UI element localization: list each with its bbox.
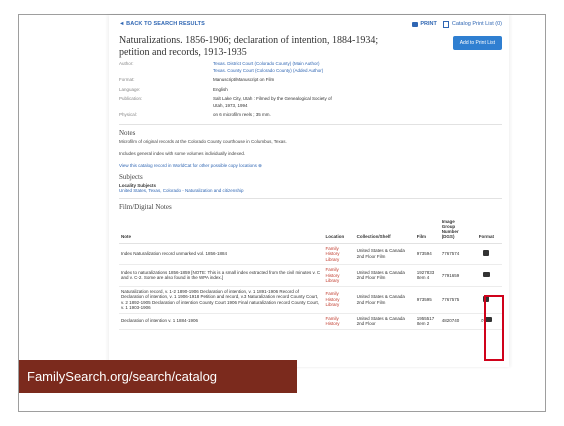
location-cell[interactable]: Family History bbox=[323, 313, 355, 330]
image-group-cell: 7767575 bbox=[439, 286, 471, 314]
table-row: Index to naturalizations 1856-1859 [NOTE… bbox=[119, 264, 502, 287]
detail-value: Manuscript/Manuscript on Film bbox=[213, 77, 275, 82]
worldcat-link-label: View this catalog record in WorldCat for… bbox=[119, 162, 257, 168]
film-cell: 973594 bbox=[414, 243, 440, 265]
image-group-cell: 4820740 bbox=[439, 313, 471, 330]
detail-label: Format: bbox=[119, 77, 135, 82]
slide-frame: ◄ BACK TO SEARCH RESULTS PRINT Catalog P… bbox=[18, 14, 546, 412]
column-header-film: Film bbox=[414, 216, 440, 244]
column-header-format: Format bbox=[470, 216, 502, 244]
shelf-cell: United States & Canada 2nd Floor Film bbox=[354, 286, 415, 314]
divider bbox=[119, 197, 502, 199]
title-row: Naturalizations. 1856-1906; declaration … bbox=[119, 35, 502, 58]
image-group-cell: 7791659 bbox=[439, 264, 471, 287]
catalog-print-list-label: Catalog Print List (0) bbox=[451, 21, 502, 27]
table-row: Index Naturalization record unmarked vol… bbox=[119, 243, 502, 265]
print-label: PRINT bbox=[420, 21, 437, 27]
location-cell[interactable]: Family History Library bbox=[323, 243, 355, 265]
column-header-location: Location bbox=[323, 216, 355, 244]
detail-row-physical: Physical: on 6 microfilm reels ; 35 mm. bbox=[119, 112, 502, 119]
format-cell bbox=[470, 286, 502, 314]
table-row: Naturalization record, v. 1-2 1890-1906 … bbox=[119, 286, 502, 314]
divider bbox=[119, 123, 502, 125]
film-notes-table: Note Location Collection/Shelf Film Imag… bbox=[119, 216, 502, 330]
film-cell: 973595 bbox=[414, 286, 440, 314]
shelf-cell: United States & Canada 2nd Floor Film bbox=[354, 264, 415, 287]
film-cell: 1955517 Item 2 bbox=[414, 313, 440, 330]
column-header-note: Note bbox=[119, 216, 324, 244]
detail-row-language: Language: English bbox=[119, 87, 502, 94]
record-title: Naturalizations. 1856-1906; declaration … bbox=[119, 35, 379, 58]
notes-heading: Notes bbox=[119, 128, 136, 137]
detail-label: Physical: bbox=[119, 112, 138, 117]
worldcat-link[interactable]: View this catalog record in WorldCat for… bbox=[119, 163, 502, 169]
add-to-print-list-button[interactable]: Add to Print List bbox=[452, 36, 502, 50]
format-cell: ⌕ bbox=[470, 313, 502, 330]
back-to-search-link[interactable]: ◄ BACK TO SEARCH RESULTS bbox=[119, 21, 205, 27]
note-cell: Declaration of intention v. 1 1884-1906 bbox=[119, 313, 324, 330]
table-header-row: Note Location Collection/Shelf Film Imag… bbox=[119, 216, 502, 244]
detail-value: English bbox=[213, 86, 228, 92]
note-cell: Index to naturalizations 1856-1859 [NOTE… bbox=[119, 264, 324, 287]
detail-value: on 6 microfilm reels ; 35 mm. bbox=[213, 112, 271, 117]
camera-icon[interactable] bbox=[485, 317, 493, 323]
search-icon[interactable]: ⌕ bbox=[481, 319, 484, 325]
catalog-page: ◄ BACK TO SEARCH RESULTS PRINT Catalog P… bbox=[109, 15, 509, 367]
detail-label: Publication: bbox=[119, 96, 143, 101]
film-reel-icon[interactable] bbox=[483, 295, 490, 302]
location-cell[interactable]: Family History Library bbox=[323, 286, 355, 314]
film-cell: 1927833 Item 4 bbox=[414, 264, 440, 287]
external-link-icon: ⊕ bbox=[258, 162, 262, 168]
format-cell bbox=[470, 264, 502, 287]
image-group-cell: 7767574 bbox=[439, 243, 471, 265]
page-content: ◄ BACK TO SEARCH RESULTS PRINT Catalog P… bbox=[119, 15, 504, 361]
detail-row-publication: Publication: Salt Lake City, Utah : Film… bbox=[119, 96, 502, 109]
table-row: Declaration of intention v. 1 1884-1906 … bbox=[119, 313, 502, 330]
author-added-link[interactable]: Texas. County Court (Colorado County) (A… bbox=[213, 68, 323, 73]
location-cell[interactable]: Family History Library bbox=[323, 264, 355, 287]
film-notes-heading: Film/Digital Notes bbox=[119, 202, 172, 211]
top-bar: ◄ BACK TO SEARCH RESULTS PRINT Catalog P… bbox=[119, 15, 502, 33]
subjects-heading: Subjects bbox=[119, 172, 143, 181]
author-main-link[interactable]: Texas. District Court (Colorado County) … bbox=[213, 61, 320, 66]
record-details: Author: Texas. District Court (Colorado … bbox=[119, 61, 502, 119]
print-link[interactable]: PRINT bbox=[412, 21, 437, 27]
shelf-cell: United States & Canada 2nd Floor Film bbox=[354, 243, 415, 265]
notes-line: Microfilm of original records at the Col… bbox=[119, 138, 287, 144]
camera-icon[interactable] bbox=[482, 272, 490, 277]
column-header-shelf: Collection/Shelf bbox=[354, 216, 415, 244]
printer-icon bbox=[412, 21, 419, 27]
detail-label: Language: bbox=[119, 86, 141, 92]
film-reel-icon[interactable] bbox=[483, 250, 490, 256]
detail-value: Salt Lake City, Utah : Filmed by the Gen… bbox=[213, 96, 332, 108]
top-actions: PRINT Catalog Print List (0) bbox=[412, 20, 502, 28]
column-header-image-group: Image Group Number (DGS) bbox=[439, 216, 471, 244]
subjects-section: Subjects Locality Subjects United States… bbox=[119, 173, 502, 193]
notes-line: Includes general index with some volumes… bbox=[119, 150, 246, 156]
list-icon bbox=[442, 20, 449, 28]
notes-section: Notes Microfilm of original records at t… bbox=[119, 129, 502, 169]
note-cell: Index Naturalization record unmarked vol… bbox=[119, 243, 324, 265]
shelf-cell: United States & Canada 2nd Floor bbox=[354, 313, 415, 330]
detail-row-format: Format: Manuscript/Manuscript on Film bbox=[119, 77, 502, 84]
locality-subject-link[interactable]: United States, Texas, Colorado - Natural… bbox=[119, 188, 502, 193]
note-cell: Naturalization record, v. 1-2 1890-1906 … bbox=[119, 286, 324, 314]
url-caption-banner: FamilySearch.org/search/catalog bbox=[19, 360, 297, 393]
detail-value: Texas. District Court (Colorado County) … bbox=[213, 61, 343, 74]
format-cell bbox=[470, 243, 502, 265]
detail-row-author: Author: Texas. District Court (Colorado … bbox=[119, 61, 502, 74]
detail-label: Author: bbox=[119, 61, 134, 66]
catalog-print-list-link[interactable]: Catalog Print List (0) bbox=[442, 20, 502, 28]
